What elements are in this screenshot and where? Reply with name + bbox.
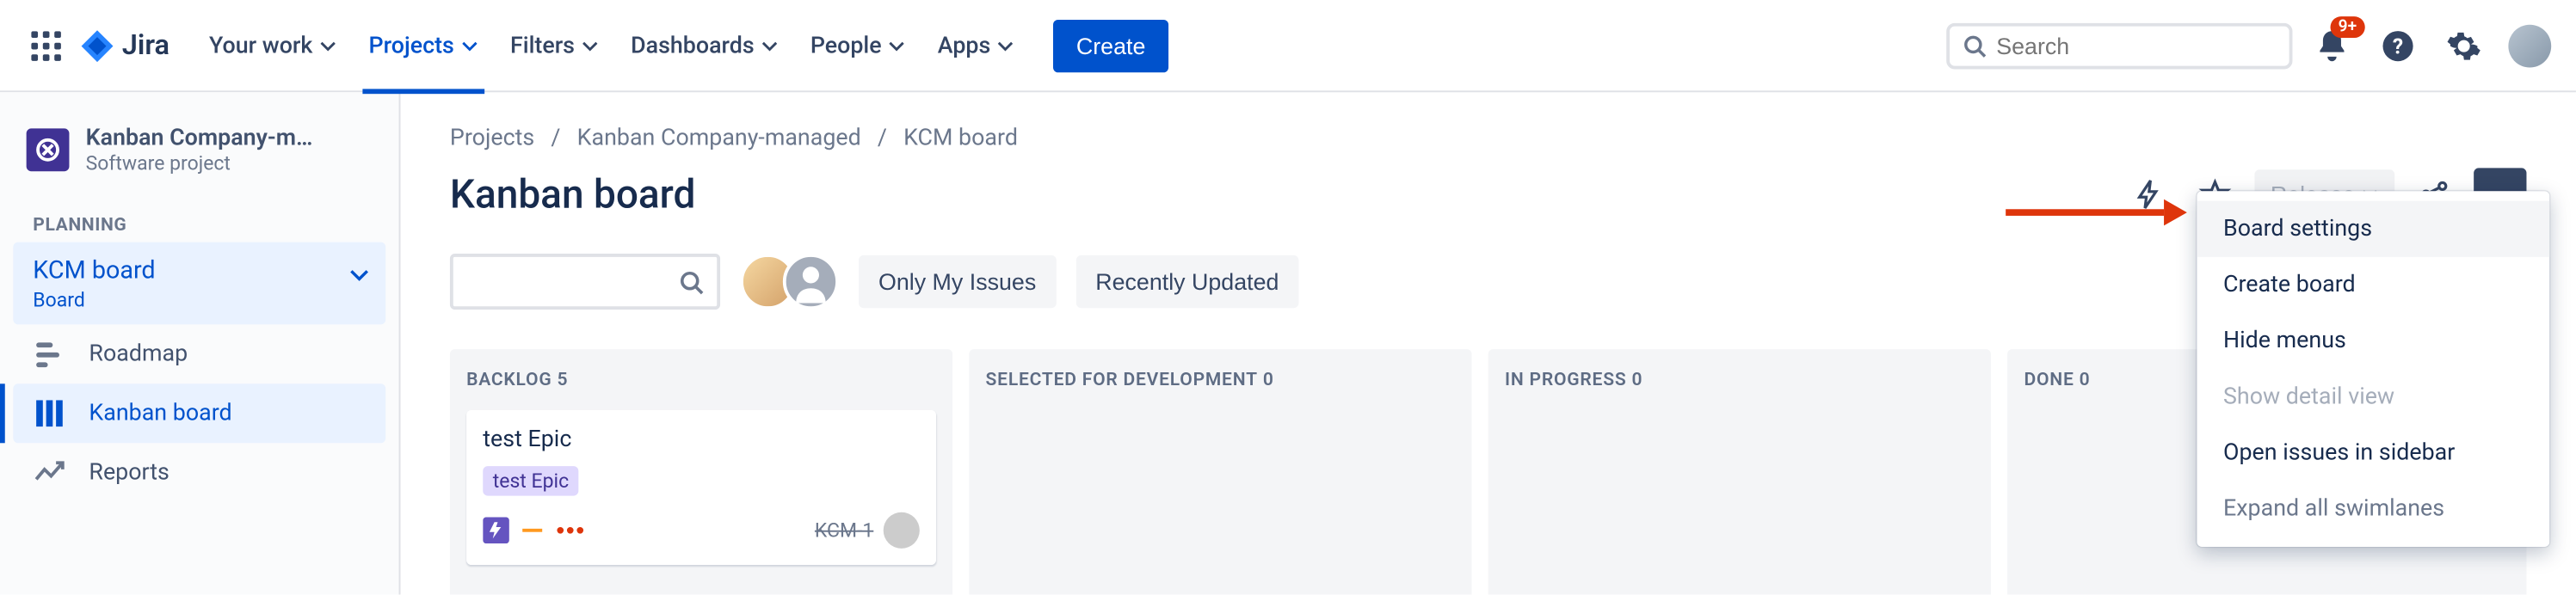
more-menu-dropdown: Board settings Create board Hide menus S… — [2197, 191, 2549, 547]
nav-projects[interactable]: Projects — [355, 22, 490, 69]
search-icon — [1963, 32, 1986, 58]
search-field[interactable] — [1996, 32, 2276, 58]
main-content: Projects/ Kanban Company-managed/ KCM bo… — [400, 92, 2575, 594]
issue-card[interactable]: test Epic test Epic KCM-1 — [466, 410, 936, 565]
project-icon — [27, 128, 70, 171]
settings-icon[interactable] — [2437, 19, 2490, 71]
roadmap-icon — [33, 338, 65, 371]
board-icon — [33, 397, 65, 430]
project-type: Software project — [86, 151, 349, 175]
app-switcher-icon[interactable] — [20, 19, 72, 71]
issue-key: KCM-1 — [815, 518, 873, 542]
nav-your-work[interactable]: Your work — [196, 22, 349, 69]
column-backlog[interactable]: BACKLOG 5 test Epic test Epic KCM-1 — [450, 349, 952, 594]
filter-only-my-issues[interactable]: Only My Issues — [859, 255, 1056, 308]
notification-badge: 9+ — [2330, 15, 2365, 37]
menu-open-issues-sidebar[interactable]: Open issues in sidebar — [2197, 425, 2549, 481]
crumb-project[interactable]: Kanban Company-managed — [577, 126, 861, 152]
logo-text: Jira — [122, 29, 169, 62]
column-in-progress[interactable]: IN PROGRESS 0 — [1488, 349, 1991, 594]
assignee-avatar[interactable] — [884, 512, 920, 549]
status-icon — [556, 522, 585, 538]
jira-logo[interactable]: Jira — [79, 28, 169, 64]
nav-filters[interactable]: Filters — [497, 22, 611, 69]
project-name: Kanban Company-m… — [86, 126, 349, 152]
menu-create-board[interactable]: Create board — [2197, 257, 2549, 313]
filter-recently-updated[interactable]: Recently Updated — [1075, 255, 1298, 308]
sidebar: Kanban Company-m… Software project PLANN… — [0, 92, 400, 594]
crumb-projects[interactable]: Projects — [450, 126, 534, 152]
menu-expand-swimlanes[interactable]: Expand all swimlanes — [2197, 481, 2549, 537]
column-header: BACKLOG 5 — [466, 369, 936, 390]
top-nav: Jira Your work Projects Filters Dashboar… — [0, 0, 2576, 92]
nav-apps[interactable]: Apps — [924, 22, 1026, 69]
menu-board-settings[interactable]: Board settings — [2197, 201, 2549, 257]
column-selected[interactable]: SELECTED FOR DEVELOPMENT 0 — [969, 349, 1471, 594]
nav-people[interactable]: People — [798, 22, 918, 69]
help-icon[interactable]: ? — [2371, 19, 2424, 71]
project-header[interactable]: Kanban Company-m… Software project — [13, 126, 385, 201]
chevron-down-icon — [349, 265, 369, 285]
breadcrumb: Projects/ Kanban Company-managed/ KCM bo… — [450, 126, 2527, 152]
notifications-icon[interactable]: 9+ — [2306, 19, 2358, 71]
annotation-arrow — [2006, 199, 2187, 226]
sidebar-board-selector[interactable]: KCM board Board — [13, 242, 385, 325]
create-button[interactable]: Create — [1053, 19, 1168, 71]
search-input[interactable] — [1946, 22, 2292, 69]
menu-hide-menus[interactable]: Hide menus — [2197, 313, 2549, 369]
assignee-avatars[interactable] — [740, 254, 839, 310]
board-search-input[interactable] — [450, 254, 720, 310]
nav-dashboards[interactable]: Dashboards — [618, 22, 791, 69]
reports-icon — [33, 457, 65, 489]
sidebar-section-planning: PLANNING — [13, 201, 385, 242]
sidebar-item-roadmap[interactable]: Roadmap — [13, 324, 385, 383]
search-icon — [679, 269, 704, 294]
column-header: SELECTED FOR DEVELOPMENT 0 — [986, 369, 1456, 390]
epic-label[interactable]: test Epic — [483, 466, 578, 495]
page-title: Kanban board — [450, 171, 695, 218]
menu-show-detail-view: Show detail view — [2197, 369, 2549, 425]
sidebar-item-reports[interactable]: Reports — [13, 443, 385, 502]
sidebar-item-kanban-board[interactable]: Kanban board — [13, 383, 385, 443]
crumb-board[interactable]: KCM board — [903, 126, 1018, 152]
epic-type-icon — [483, 517, 509, 543]
svg-text:?: ? — [2393, 34, 2403, 58]
column-header: IN PROGRESS 0 — [1505, 369, 1975, 390]
card-title: test Epic — [483, 426, 920, 453]
priority-icon — [519, 517, 545, 543]
profile-avatar[interactable] — [2504, 19, 2556, 71]
unassigned-avatar[interactable] — [783, 254, 839, 310]
